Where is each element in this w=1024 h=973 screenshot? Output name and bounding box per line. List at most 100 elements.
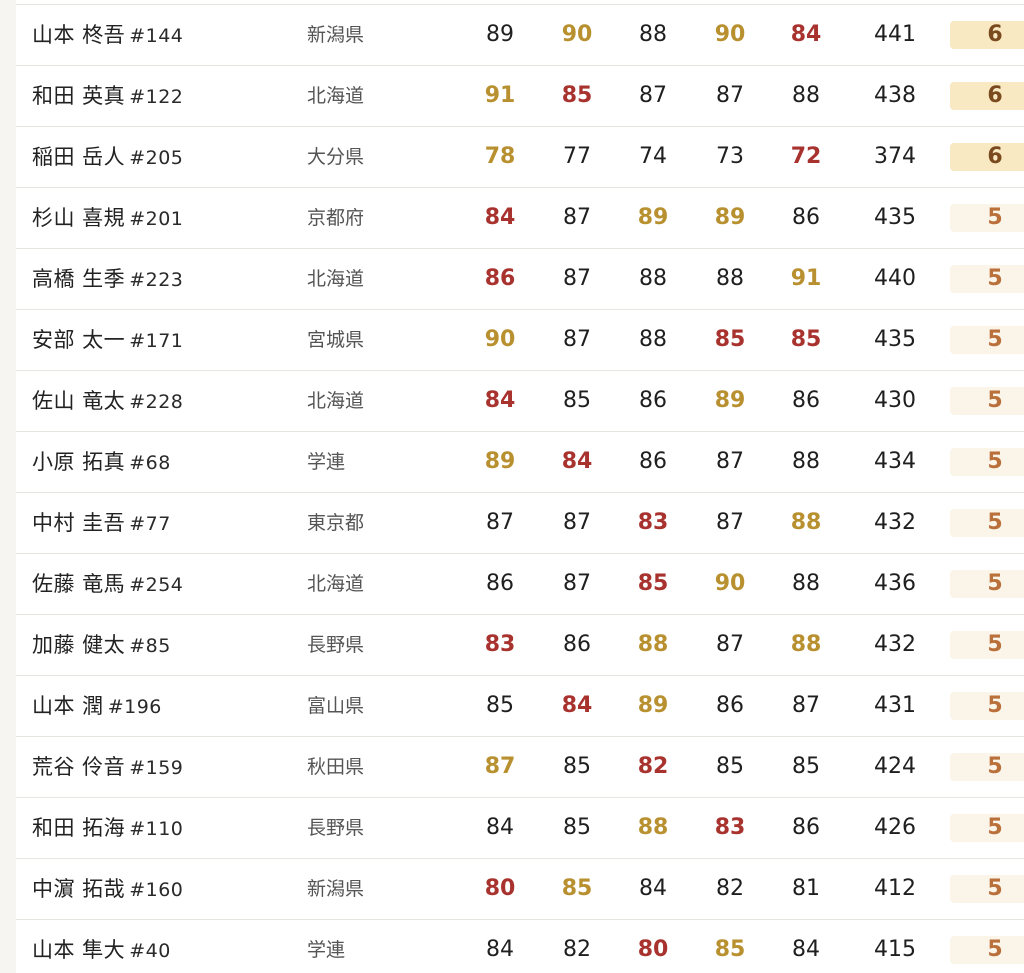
total-score: 434: [874, 449, 916, 474]
player-number: #223: [129, 269, 184, 291]
left-edge: [0, 0, 16, 973]
score-2: 84: [561, 449, 593, 474]
score-1: 87: [486, 510, 514, 535]
rank-badge: 5: [950, 875, 1024, 903]
score-4: 85: [714, 327, 746, 352]
player-number: #160: [129, 879, 184, 901]
table-row[interactable]: 佐山 竜太 #228 北海道 84 85 86 89 86 430 5: [16, 371, 1024, 432]
table-row[interactable]: 安部 太一 #171 宮城県 90 87 88 85 85 435 5: [16, 310, 1024, 371]
score-1: 84: [486, 937, 514, 962]
score-5: 87: [792, 693, 820, 718]
score-4: 85: [714, 937, 746, 962]
score-2: 90: [561, 22, 593, 47]
total-score: 430: [874, 388, 916, 413]
score-1: 80: [484, 876, 516, 901]
rank-badge: 5: [950, 326, 1024, 354]
results-table: 山本 柊吾 #144 新潟県 89 90 88 90 84 441 6 和田 英真 #122 北海道 91…: [16, 4, 1024, 973]
table-row[interactable]: 荒谷 伶音 #159 秋田県 87 85 82 85 85 424 5: [16, 737, 1024, 798]
score-4: 82: [716, 876, 744, 901]
table-row[interactable]: 山本 隼大 #40 学連 84 82 80 85 84 415 5: [16, 920, 1024, 973]
total-score: 424: [874, 754, 916, 779]
table-row[interactable]: 佐藤 竜馬 #254 北海道 86 87 85 90 88 436 5: [16, 554, 1024, 615]
player-name: 安部 太一 #171: [32, 310, 302, 370]
table-row[interactable]: 和田 拓海 #110 長野県 84 85 88 83 86 426 5: [16, 798, 1024, 859]
score-5: 84: [792, 937, 820, 962]
prefecture: 学連: [307, 939, 346, 961]
score-3: 85: [637, 571, 669, 596]
rank-badge: 5: [950, 570, 1024, 598]
score-3: 83: [637, 510, 669, 535]
score-5: 86: [792, 815, 820, 840]
table-row[interactable]: 山本 潤 #196 富山県 85 84 89 86 87 431 5: [16, 676, 1024, 737]
player-name: 中村 圭吾 #77: [32, 493, 302, 553]
table-row[interactable]: 小原 拓真 #68 学連 89 84 86 87 88 434 5: [16, 432, 1024, 493]
score-5: 88: [790, 632, 822, 657]
score-3: 89: [637, 205, 669, 230]
table-row[interactable]: 加藤 健太 #85 長野県 83 86 88 87 88 432 5: [16, 615, 1024, 676]
score-2: 87: [563, 205, 591, 230]
score-2: 85: [561, 876, 593, 901]
player-name: 荒谷 伶音 #159: [32, 737, 302, 797]
score-3: 88: [639, 266, 667, 291]
rank-badge: 5: [950, 448, 1024, 476]
player-name: 山本 潤 #196: [32, 676, 302, 736]
table-row[interactable]: 山本 柊吾 #144 新潟県 89 90 88 90 84 441 6: [16, 5, 1024, 66]
score-5: 91: [790, 266, 822, 291]
score-2: 85: [561, 83, 593, 108]
player-name-text: 山本 潤: [32, 694, 104, 718]
player-name-text: 和田 英真: [32, 84, 126, 108]
player-name: 高橋 生季 #223: [32, 249, 302, 309]
player-number: #144: [129, 25, 184, 47]
total-score: 438: [874, 83, 916, 108]
table-row[interactable]: 中濵 拓哉 #160 新潟県 80 85 84 82 81 412 5: [16, 859, 1024, 920]
prefecture: 北海道: [307, 268, 365, 290]
total-score: 415: [874, 937, 916, 962]
score-1: 83: [484, 632, 516, 657]
prefecture: 新潟県: [307, 878, 365, 900]
score-5: 88: [792, 571, 820, 596]
player-number: #196: [107, 696, 162, 718]
score-1: 85: [486, 693, 514, 718]
player-name-text: 山本 隼大: [32, 938, 126, 962]
prefecture: 新潟県: [307, 24, 365, 46]
player-name: 小原 拓真 #68: [32, 432, 302, 492]
player-name: 和田 英真 #122: [32, 66, 302, 126]
prefecture: 北海道: [307, 85, 365, 107]
table-row[interactable]: 高橋 生季 #223 北海道 86 87 88 88 91 440 5: [16, 249, 1024, 310]
score-2: 86: [563, 632, 591, 657]
score-5: 88: [790, 510, 822, 535]
score-3: 74: [639, 144, 667, 169]
table-row[interactable]: 稲田 岳人 #205 大分県 78 77 74 73 72 374 6: [16, 127, 1024, 188]
player-name: 山本 隼大 #40: [32, 920, 302, 973]
total-score: 435: [874, 327, 916, 352]
player-number: #85: [129, 635, 171, 657]
score-2: 87: [563, 327, 591, 352]
rank-badge: 5: [950, 204, 1024, 232]
score-2: 82: [563, 937, 591, 962]
score-5: 86: [792, 205, 820, 230]
player-name-text: 中濵 拓哉: [32, 877, 126, 901]
total-score: 426: [874, 815, 916, 840]
score-5: 88: [792, 83, 820, 108]
score-1: 86: [486, 571, 514, 596]
player-name-text: 安部 太一: [32, 328, 126, 352]
score-3: 88: [637, 815, 669, 840]
score-5: 85: [790, 327, 822, 352]
rank-badge: 5: [950, 753, 1024, 781]
score-2: 84: [561, 693, 593, 718]
table-row[interactable]: 中村 圭吾 #77 東京都 87 87 83 87 88 432 5: [16, 493, 1024, 554]
prefecture: 富山県: [307, 695, 365, 717]
player-name-text: 山本 柊吾: [32, 23, 126, 47]
prefecture: 京都府: [307, 207, 365, 229]
player-name-text: 佐山 竜太: [32, 389, 126, 413]
rank-badge: 5: [950, 265, 1024, 293]
score-4: 90: [714, 22, 746, 47]
score-5: 81: [792, 876, 820, 901]
score-3: 82: [637, 754, 669, 779]
table-row[interactable]: 杉山 喜規 #201 京都府 84 87 89 89 86 435 5: [16, 188, 1024, 249]
table-row[interactable]: 和田 英真 #122 北海道 91 85 87 87 88 438 6: [16, 66, 1024, 127]
score-3: 86: [639, 388, 667, 413]
player-name-text: 加藤 健太: [32, 633, 126, 657]
rank-badge: 5: [950, 814, 1024, 842]
score-2: 85: [563, 388, 591, 413]
